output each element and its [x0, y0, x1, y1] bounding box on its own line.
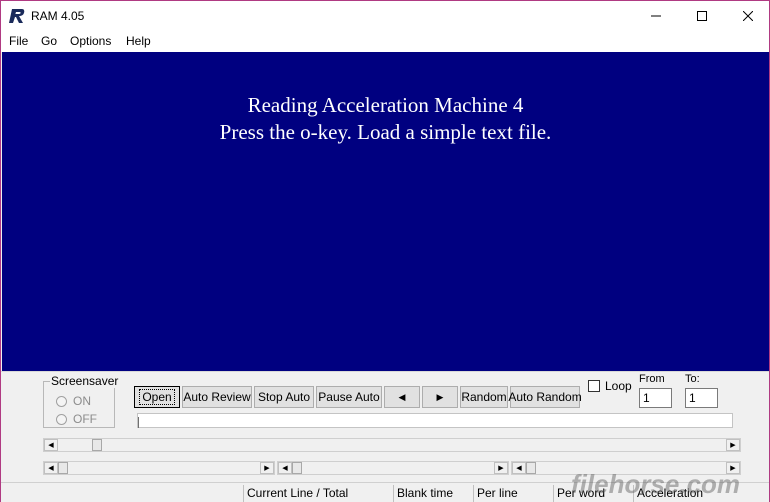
- pause-auto-button[interactable]: Pause Auto: [316, 386, 382, 408]
- menu-go[interactable]: Go: [41, 34, 57, 48]
- scroll-right-icon[interactable]: ▶: [494, 462, 508, 474]
- triangle-left-icon: ◀: [398, 391, 406, 402]
- loop-checkbox[interactable]: [588, 380, 600, 392]
- maximize-icon: [697, 11, 707, 21]
- speed-scrollbar[interactable]: ◀ ▶: [43, 438, 741, 452]
- screensaver-title: Screensaver: [50, 374, 120, 388]
- next-button[interactable]: ▶: [422, 386, 458, 408]
- ram-logo-icon: [9, 9, 25, 23]
- scroll-left-icon[interactable]: ◀: [512, 462, 526, 474]
- loop-label: Loop: [605, 379, 632, 393]
- from-input[interactable]: 1: [639, 388, 672, 408]
- screensaver-off-radio[interactable]: OFF: [56, 412, 97, 426]
- menu-options[interactable]: Options: [70, 34, 111, 48]
- triangle-right-icon: ▶: [436, 391, 444, 402]
- radio-circle: [56, 413, 67, 425]
- screensaver-off-label: OFF: [73, 412, 97, 426]
- status-current-line: Current Line / Total: [243, 485, 391, 502]
- minimize-icon: [651, 15, 661, 17]
- open-button-label: Open: [139, 389, 175, 405]
- screensaver-on-radio[interactable]: ON: [56, 394, 91, 408]
- menu-bar: File Go Options Help: [1, 31, 769, 52]
- scroll-left-icon[interactable]: ◀: [44, 462, 58, 474]
- screensaver-on-label: ON: [73, 394, 91, 408]
- status-per-line: Per line: [473, 485, 553, 502]
- title-bar: RAM 4.05: [1, 1, 769, 31]
- line-position-slider[interactable]: [137, 413, 733, 428]
- open-button[interactable]: Open: [134, 386, 180, 408]
- scroll-left-icon[interactable]: ◀: [44, 439, 58, 451]
- scroll-thumb[interactable]: [92, 439, 102, 451]
- menu-file[interactable]: File: [9, 34, 28, 48]
- screensaver-group: Screensaver ON OFF: [43, 374, 120, 428]
- blank-time-scrollbar[interactable]: ◀ ▶: [43, 461, 275, 475]
- minimize-button[interactable]: [633, 1, 679, 31]
- scroll-thumb[interactable]: [526, 462, 536, 474]
- status-blank-time: Blank time: [393, 485, 471, 502]
- random-button[interactable]: Random: [460, 386, 508, 408]
- scroll-thumb[interactable]: [58, 462, 68, 474]
- display-line-2: Press the o-key. Load a simple text file…: [219, 120, 552, 144]
- slider-thumb[interactable]: [138, 417, 140, 428]
- to-input[interactable]: 1: [685, 388, 718, 408]
- display-line-1: Reading Acceleration Machine 4: [247, 93, 524, 117]
- from-label: From: [639, 373, 665, 385]
- window-title: RAM 4.05: [31, 9, 85, 23]
- maximize-button[interactable]: [679, 1, 725, 31]
- close-button[interactable]: [725, 1, 770, 31]
- radio-circle: [56, 395, 67, 407]
- scroll-left-icon[interactable]: ◀: [278, 462, 292, 474]
- app-window: RAM 4.05 File Go Options Help Reading Ac…: [0, 0, 770, 502]
- menu-help[interactable]: Help: [126, 34, 151, 48]
- close-icon: [743, 11, 753, 21]
- auto-review-button[interactable]: Auto Review: [182, 386, 252, 408]
- watermark-text: filehorse.com: [571, 469, 741, 499]
- per-line-scrollbar[interactable]: ◀ ▶: [277, 461, 509, 475]
- reading-display: Reading Acceleration Machine 4 Press the…: [2, 52, 769, 371]
- stop-auto-button[interactable]: Stop Auto: [254, 386, 314, 408]
- scroll-right-icon[interactable]: ▶: [260, 462, 274, 474]
- to-label: To:: [685, 373, 700, 385]
- previous-button[interactable]: ◀: [384, 386, 420, 408]
- scroll-thumb[interactable]: [292, 462, 302, 474]
- auto-random-button[interactable]: Auto Random: [508, 386, 582, 408]
- scroll-right-icon[interactable]: ▶: [726, 439, 740, 451]
